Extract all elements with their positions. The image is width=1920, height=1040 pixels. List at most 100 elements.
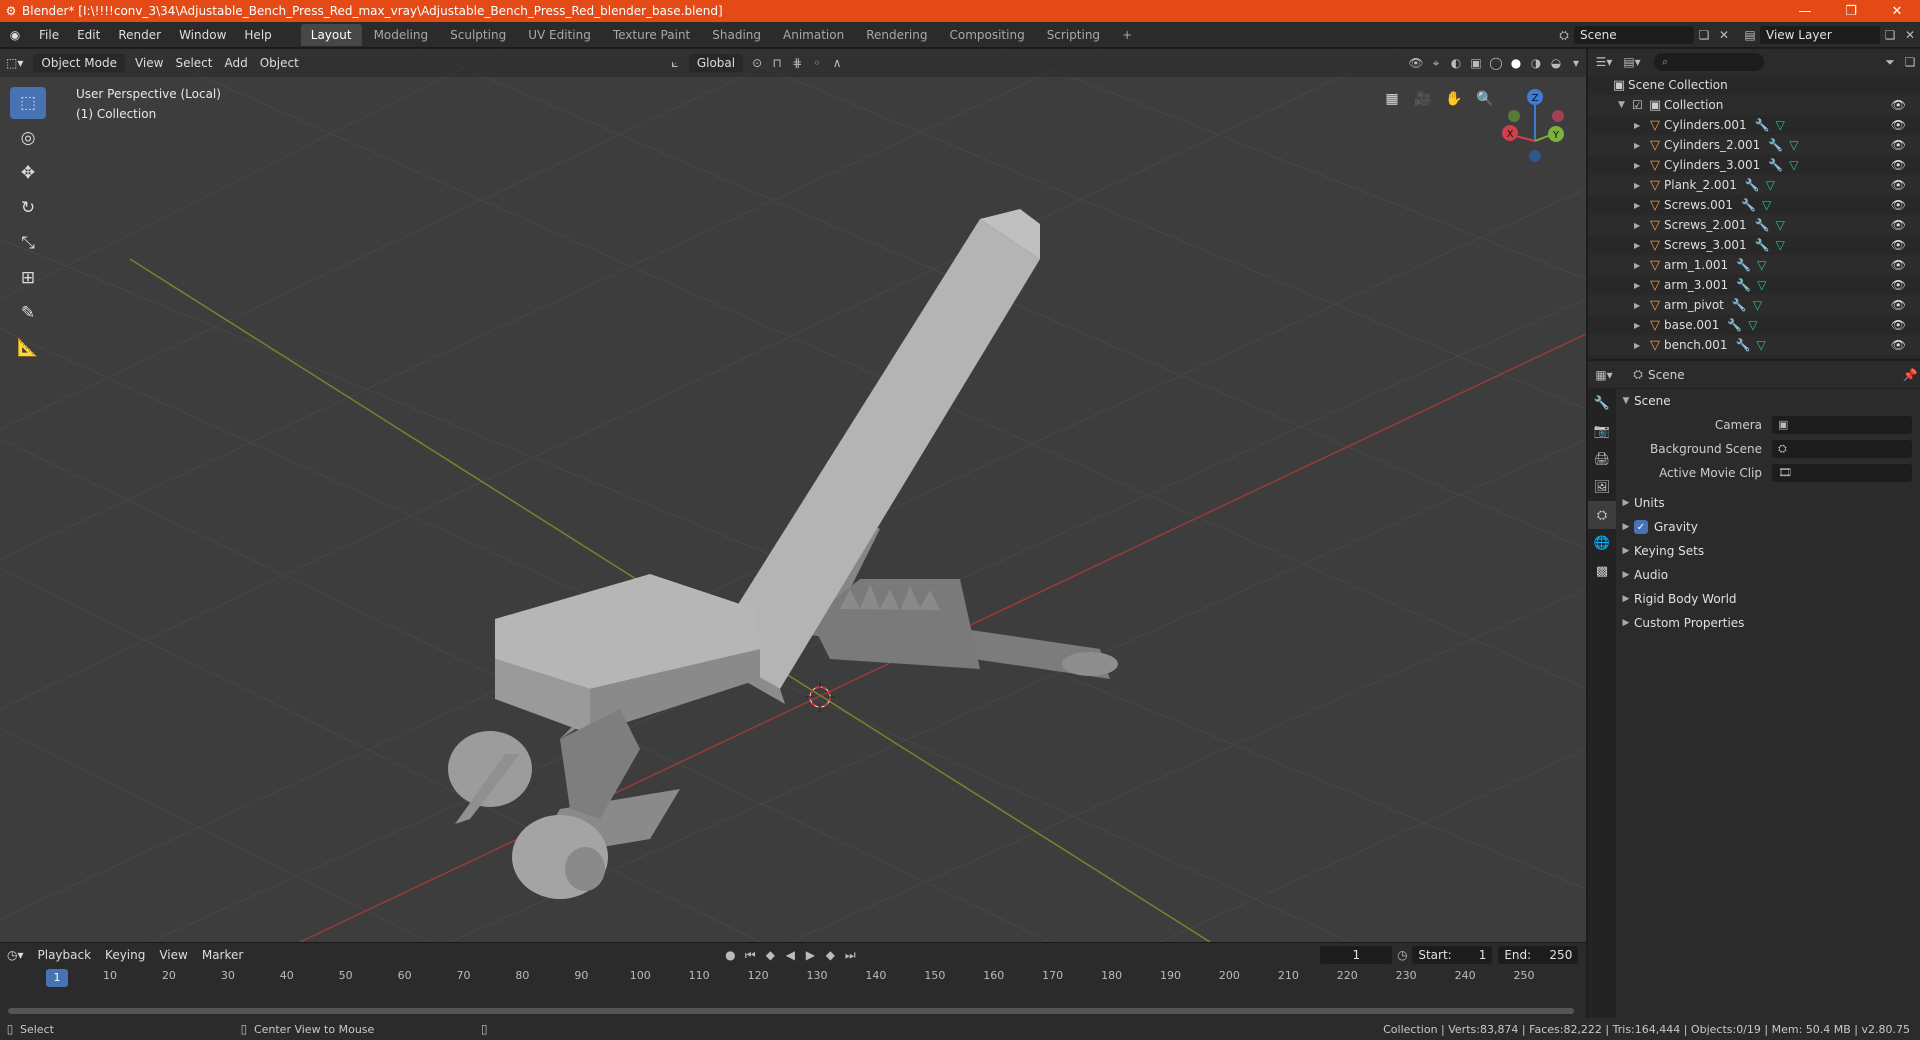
jump-end-icon[interactable]: ⏭ [840, 948, 860, 963]
visibility-icon[interactable]: 👁 [1406, 56, 1426, 70]
maximize-button[interactable]: ❐ [1828, 4, 1874, 19]
pivot-point-icon[interactable]: ⊙ [747, 56, 767, 70]
expand-icon[interactable]: ▶ [1634, 181, 1646, 190]
tab-rendering[interactable]: Rendering [856, 24, 937, 46]
texture-tab-icon[interactable]: ▩ [1588, 557, 1616, 585]
eye-icon[interactable]: 👁 [1891, 278, 1906, 292]
rendered-shading-icon[interactable]: ◒ [1546, 56, 1566, 70]
expand-icon[interactable]: ▶ [1634, 221, 1646, 230]
keying-sets-panel-header[interactable]: ▶ Keying Sets [1618, 539, 1920, 563]
frame-ruler[interactable]: 1102030405060708090100110120130140150160… [0, 969, 1586, 989]
editor-type-icon[interactable]: ⬚▾ [0, 56, 29, 70]
tab-scripting[interactable]: Scripting [1037, 24, 1110, 46]
blender-menu-icon[interactable]: ◉ [0, 28, 30, 42]
rigid-body-world-panel-header[interactable]: ▶ Rigid Body World [1618, 587, 1920, 611]
tab-texture-paint[interactable]: Texture Paint [603, 24, 700, 46]
end-frame-field[interactable]: End: 250 [1498, 946, 1579, 964]
wireframe-shading-icon[interactable]: ◯ [1486, 56, 1506, 70]
3d-cursor[interactable] [805, 682, 835, 712]
overlays-icon[interactable]: ◐ [1446, 56, 1466, 70]
scene-field[interactable]: Scene [1574, 26, 1694, 44]
view-layer-tab-icon[interactable]: 🖼 [1588, 473, 1616, 501]
view-layer-icon[interactable]: ▤ [1740, 28, 1760, 42]
outliner-object-row[interactable]: ▶ ▽ Screws_3.001 🔧 ▽ 👁 [1588, 235, 1920, 255]
mesh-data-icon[interactable]: ▽ [1789, 158, 1798, 172]
background-scene-field[interactable]: ⛭ [1772, 440, 1912, 458]
remove-view-layer-icon[interactable]: ✕ [1900, 28, 1920, 42]
snap-icon[interactable]: ⊓ [767, 56, 787, 70]
minimize-button[interactable]: — [1782, 4, 1828, 19]
outliner-object-row[interactable]: ▶ ▽ arm_pivot 🔧 ▽ 👁 [1588, 295, 1920, 315]
proportional-edit-icon[interactable]: ◦ [807, 56, 827, 70]
timeline-scrollbar[interactable] [8, 1008, 1574, 1014]
menu-window[interactable]: Window [170, 22, 235, 48]
mesh-data-icon[interactable]: ▽ [1766, 178, 1775, 192]
scene-tab-icon[interactable]: ⛭ [1588, 501, 1616, 529]
expand-icon[interactable]: ▶ [1634, 141, 1646, 150]
modifier-wrench-icon[interactable]: 🔧 [1732, 298, 1747, 312]
outliner-object-row[interactable]: ▶ ▽ arm_1.001 🔧 ▽ 👁 [1588, 255, 1920, 275]
current-frame-field[interactable]: 1 [1320, 946, 1393, 964]
annotate-tool-icon[interactable]: ✎ [10, 297, 46, 329]
tab-compositing[interactable]: Compositing [939, 24, 1034, 46]
outliner-object-row[interactable]: ▶ ▽ bench.001 🔧 ▽ 👁 [1588, 335, 1920, 355]
eye-icon[interactable]: 👁 [1891, 98, 1906, 112]
expand-icon[interactable]: ▶ [1634, 121, 1646, 130]
expand-icon[interactable]: ▶ [1634, 321, 1646, 330]
outliner-object-row[interactable]: ▶ ▽ base.001 🔧 ▽ 👁 [1588, 315, 1920, 335]
mesh-data-icon[interactable]: ▽ [1757, 278, 1766, 292]
rotate-tool-icon[interactable]: ↻ [10, 192, 46, 224]
record-icon[interactable]: ● [720, 948, 740, 962]
eye-icon[interactable]: 👁 [1891, 318, 1906, 332]
gravity-panel-header[interactable]: ▶ ✓ Gravity [1618, 515, 1920, 539]
eye-icon[interactable]: 👁 [1891, 178, 1906, 192]
modifier-wrench-icon[interactable]: 🔧 [1741, 198, 1756, 212]
menu-playback[interactable]: Playback [31, 948, 99, 962]
modifier-wrench-icon[interactable]: 🔧 [1755, 118, 1770, 132]
object-mode-dropdown[interactable]: Object Mode [33, 54, 125, 72]
menu-view[interactable]: View [129, 56, 169, 70]
outliner-object-row[interactable]: ▶ ▽ Cylinders_3.001 🔧 ▽ 👁 [1588, 155, 1920, 175]
cursor-tool-icon[interactable]: ◎ [10, 122, 46, 154]
modifier-wrench-icon[interactable]: 🔧 [1755, 218, 1770, 232]
zoom-view-icon[interactable]: 🔍 [1471, 85, 1499, 113]
prev-keyframe-icon[interactable]: ◆ [760, 948, 780, 962]
eye-icon[interactable]: 👁 [1891, 338, 1906, 352]
move-tool-icon[interactable]: ✥ [10, 157, 46, 189]
tab-modeling[interactable]: Modeling [364, 24, 439, 46]
menu-timeline-view[interactable]: View [152, 948, 194, 962]
mesh-data-icon[interactable]: ▽ [1762, 198, 1771, 212]
scale-tool-icon[interactable]: ⤡ [10, 227, 46, 259]
tab-sculpting[interactable]: Sculpting [440, 24, 516, 46]
collection-row[interactable]: ▼ ☑ ▣ Collection 👁 [1588, 95, 1920, 115]
mesh-data-icon[interactable]: ▽ [1776, 238, 1785, 252]
modifier-wrench-icon[interactable]: 🔧 [1736, 258, 1751, 272]
eye-icon[interactable]: 👁 [1891, 298, 1906, 312]
outliner-object-row[interactable]: ▶ ▽ Plank_2.001 🔧 ▽ 👁 [1588, 175, 1920, 195]
menu-keying[interactable]: Keying [98, 948, 152, 962]
select-box-tool-icon[interactable]: ⬚ [10, 87, 46, 119]
falloff-icon[interactable]: ∧ [827, 56, 847, 70]
play-reverse-icon[interactable]: ◀ [780, 948, 800, 962]
scene-icon[interactable]: ⛭ [1554, 28, 1574, 43]
menu-help[interactable]: Help [235, 22, 280, 48]
world-tab-icon[interactable]: 🌐 [1588, 529, 1616, 557]
gizmos-icon[interactable]: ⌖ [1426, 56, 1446, 71]
eye-icon[interactable]: 👁 [1891, 218, 1906, 232]
mesh-data-icon[interactable]: ▽ [1748, 318, 1757, 332]
jump-start-icon[interactable]: ⏮ [740, 948, 760, 963]
custom-properties-panel-header[interactable]: ▶ Custom Properties [1618, 611, 1920, 635]
remove-scene-icon[interactable]: ✕ [1714, 28, 1734, 42]
scene-collection-row[interactable]: ▣ Scene Collection [1588, 75, 1920, 95]
menu-edit[interactable]: Edit [68, 22, 109, 48]
start-frame-field[interactable]: Start: 1 [1412, 946, 1493, 964]
expand-icon[interactable]: ▶ [1634, 301, 1646, 310]
menu-object[interactable]: Object [254, 56, 305, 70]
new-view-layer-icon[interactable]: ❏ [1880, 28, 1900, 42]
3d-viewport[interactable]: Z X Y ⬚▾ Object Mode View Select Add Obj… [0, 49, 1586, 942]
render-tab-icon[interactable]: 📷 [1588, 417, 1616, 445]
eye-icon[interactable]: 👁 [1891, 198, 1906, 212]
menu-marker[interactable]: Marker [195, 948, 250, 962]
outliner-editor-type-icon[interactable]: ☰▾ [1594, 55, 1614, 69]
menu-render[interactable]: Render [109, 22, 170, 48]
